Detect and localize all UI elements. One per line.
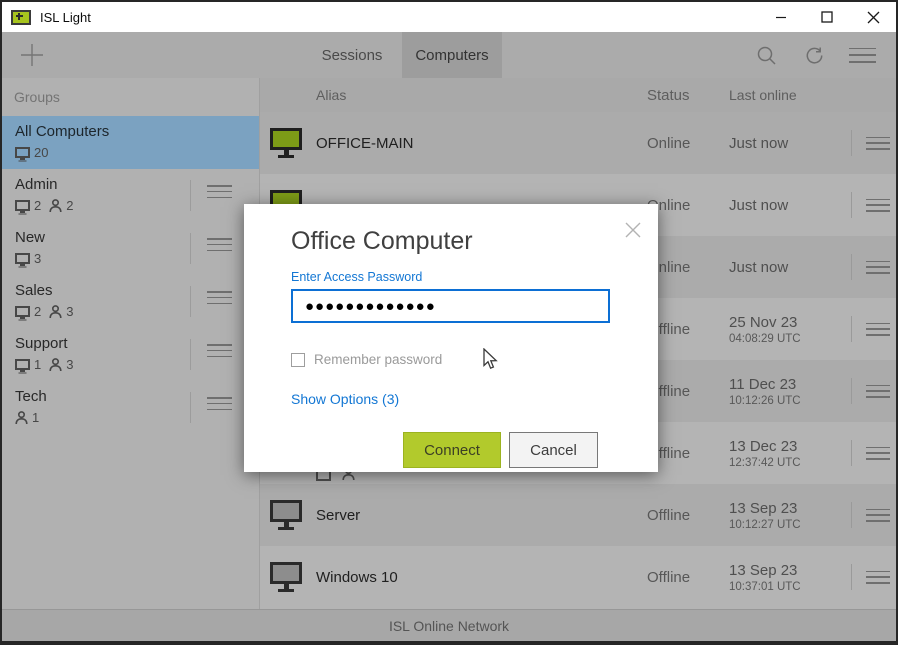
column-last-online[interactable]: Last online bbox=[729, 87, 845, 103]
computer-status: Online bbox=[647, 135, 729, 152]
user-count: 3 bbox=[66, 304, 73, 319]
computer-count: 3 bbox=[34, 251, 41, 266]
row-menu-icon[interactable] bbox=[857, 447, 898, 460]
user-count-icon bbox=[15, 411, 28, 425]
computer-last-online: 11 Dec 2310:12:26 UTC bbox=[729, 376, 845, 407]
computer-count-icon bbox=[15, 253, 30, 264]
tab-sessions[interactable]: Sessions bbox=[302, 32, 402, 78]
computer-last-online: 13 Dec 2312:37:42 UTC bbox=[729, 438, 845, 469]
computer-last-online: Just now bbox=[729, 135, 845, 152]
computer-count: 2 bbox=[34, 304, 41, 319]
column-status[interactable]: Status bbox=[647, 87, 729, 104]
computer-status: Offline bbox=[647, 569, 729, 586]
list-header: Alias Status Last online bbox=[260, 78, 896, 112]
dialog-title: Office Computer bbox=[291, 227, 610, 256]
group-name: All Computers bbox=[15, 123, 259, 140]
computer-count-icon bbox=[15, 147, 30, 158]
computer-status: Offline bbox=[647, 445, 729, 462]
tab-computers[interactable]: Computers bbox=[402, 32, 502, 78]
computer-alias: Server bbox=[316, 507, 647, 524]
window-title: ISL Light bbox=[40, 10, 91, 25]
computer-count: 20 bbox=[34, 145, 48, 160]
dialog-close-icon[interactable] bbox=[623, 220, 643, 240]
groups-header: Groups bbox=[2, 78, 259, 116]
menu-icon[interactable] bbox=[838, 32, 886, 78]
refresh-icon[interactable] bbox=[790, 32, 838, 78]
computer-count-icon bbox=[15, 306, 30, 317]
toolbar: SessionsComputers bbox=[2, 32, 896, 78]
minimize-button[interactable] bbox=[758, 2, 804, 32]
row-menu-icon[interactable] bbox=[857, 137, 898, 150]
app-logo-icon bbox=[11, 10, 31, 25]
sidebar-group-item[interactable]: Support 1 3 bbox=[2, 328, 259, 381]
user-count-icon bbox=[49, 305, 62, 319]
computer-last-online: 25 Nov 2304:08:29 UTC bbox=[729, 314, 845, 345]
group-menu-icon[interactable] bbox=[207, 185, 232, 198]
row-menu-icon[interactable] bbox=[857, 571, 898, 584]
monitor-online-icon bbox=[270, 128, 302, 150]
computer-last-online: Just now bbox=[729, 197, 845, 214]
connect-button[interactable]: Connect bbox=[403, 432, 501, 468]
search-icon[interactable] bbox=[742, 32, 790, 78]
cancel-button[interactable]: Cancel bbox=[509, 432, 598, 468]
row-menu-icon[interactable] bbox=[857, 323, 898, 336]
title-bar: ISL Light bbox=[2, 2, 896, 32]
sidebar-group-item[interactable]: Tech 1 bbox=[2, 381, 259, 434]
maximize-button[interactable] bbox=[804, 2, 850, 32]
password-label: Enter Access Password bbox=[291, 270, 610, 284]
close-button[interactable] bbox=[850, 2, 896, 32]
row-menu-icon[interactable] bbox=[857, 385, 898, 398]
computer-status: Offline bbox=[647, 321, 729, 338]
remember-password-checkbox[interactable] bbox=[291, 353, 305, 367]
computer-status: Online bbox=[647, 259, 729, 276]
monitor-offline-icon bbox=[270, 562, 302, 584]
computer-last-online: 13 Sep 2310:37:01 UTC bbox=[729, 562, 845, 593]
user-count-icon bbox=[49, 199, 62, 213]
row-menu-icon[interactable] bbox=[857, 261, 898, 274]
computer-last-online: Just now bbox=[729, 259, 845, 276]
user-count: 3 bbox=[66, 357, 73, 372]
group-menu-icon[interactable] bbox=[207, 344, 232, 357]
mouse-cursor bbox=[483, 348, 498, 375]
computer-alias: OFFICE-MAIN bbox=[316, 135, 647, 152]
group-menu-icon[interactable] bbox=[207, 238, 232, 251]
computer-status: Online bbox=[647, 197, 729, 214]
sidebar-group-item[interactable]: Sales 2 3 bbox=[2, 275, 259, 328]
computer-status: Offline bbox=[647, 507, 729, 524]
computer-count-icon bbox=[15, 359, 30, 370]
computer-count-icon bbox=[15, 200, 30, 211]
computer-alias: Windows 10 bbox=[316, 569, 647, 586]
sidebar-group-item[interactable]: All Computers 20 bbox=[2, 116, 259, 169]
computer-row[interactable]: Server Offline 13 Sep 2310:12:27 UTC bbox=[260, 484, 896, 546]
sidebar-group-item[interactable]: Admin 2 2 bbox=[2, 169, 259, 222]
monitor-offline-icon bbox=[270, 500, 302, 522]
computer-count: 1 bbox=[34, 357, 41, 372]
user-count: 2 bbox=[66, 198, 73, 213]
computer-row[interactable]: OFFICE-MAIN Online Just now bbox=[260, 112, 896, 174]
show-options-link[interactable]: Show Options (3) bbox=[291, 391, 610, 407]
connect-dialog: Office Computer Enter Access Password ●●… bbox=[244, 204, 658, 472]
column-alias[interactable]: Alias bbox=[316, 87, 647, 103]
user-count-icon bbox=[49, 358, 62, 372]
group-menu-icon[interactable] bbox=[207, 397, 232, 410]
computer-row[interactable]: Windows 10 Offline 13 Sep 2310:37:01 UTC bbox=[260, 546, 896, 608]
row-menu-icon[interactable] bbox=[857, 509, 898, 522]
row-menu-icon[interactable] bbox=[857, 199, 898, 212]
computer-status: Offline bbox=[647, 383, 729, 400]
add-button[interactable] bbox=[2, 32, 62, 78]
sidebar-group-item[interactable]: New 3 bbox=[2, 222, 259, 275]
remember-password-label: Remember password bbox=[314, 352, 442, 367]
password-input[interactable]: ●●●●●●●●●●●●● bbox=[291, 289, 610, 323]
groups-sidebar: Groups All Computers 20 Admin 2 2 New 3 bbox=[2, 78, 260, 609]
user-count: 1 bbox=[32, 410, 39, 425]
app-window: ISL Light SessionsComputers bbox=[0, 0, 898, 645]
computer-last-online: 13 Sep 2310:12:27 UTC bbox=[729, 500, 845, 531]
group-menu-icon[interactable] bbox=[207, 291, 232, 304]
computer-count: 2 bbox=[34, 198, 41, 213]
status-bar: ISL Online Network bbox=[2, 609, 896, 641]
